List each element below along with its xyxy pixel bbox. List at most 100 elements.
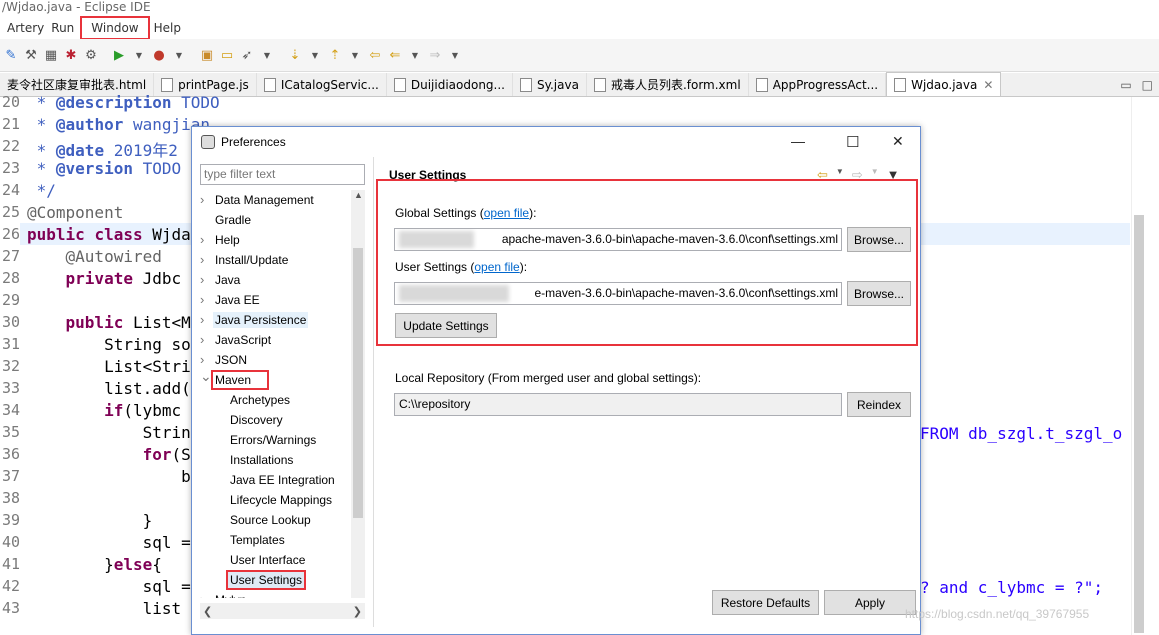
local-repository-field[interactable]: C:\\repository [394, 393, 842, 416]
user-settings-field[interactable]: e-maven-3.6.0-bin\apache-maven-3.6.0\con… [394, 282, 842, 305]
tree-item-maven[interactable]: ⌄ Maven [200, 368, 270, 390]
maximize-icon[interactable]: ☐ [846, 133, 859, 151]
tab-label: ICatalogServic... [280, 77, 379, 92]
tree-item-source-lookup[interactable]: Source Lookup [228, 510, 313, 530]
tab-wjdao[interactable]: Wjdao.java ✕ [886, 72, 1002, 96]
maximize-icon[interactable]: □ [1142, 78, 1153, 92]
apply-button[interactable]: Apply [824, 590, 916, 615]
update-settings-button[interactable]: Update Settings [395, 313, 497, 338]
dropdown-icon[interactable]: ▼ [170, 46, 188, 64]
code-line: list.add( [27, 379, 191, 398]
folder-icon[interactable]: ▭ [218, 46, 236, 64]
chevron-right-icon[interactable]: › [200, 250, 210, 270]
rocket-icon[interactable]: ➶ [238, 46, 256, 64]
chevron-right-icon[interactable]: › [200, 230, 210, 250]
tab-form-xml[interactable]: 戒毒人员列表.form.xml [587, 73, 749, 96]
java-file-icon [263, 77, 276, 92]
next-annotation-icon[interactable]: ⇣ [286, 46, 304, 64]
chevron-right-icon[interactable]: › [200, 270, 210, 290]
scroll-up-icon[interactable]: ▲ [354, 190, 363, 200]
chevron-down-icon[interactable]: ⌄ [200, 366, 212, 386]
chevron-right-icon[interactable]: › [200, 590, 210, 598]
run-icon[interactable]: ▶ [110, 46, 128, 64]
tree-item-install-update[interactable]: › Install/Update [200, 250, 290, 270]
close-icon[interactable]: ✕ [983, 78, 993, 92]
tree-hscrollbar[interactable]: ❮ ❯ [200, 603, 365, 619]
menu-run[interactable]: Run [50, 18, 80, 38]
restore-defaults-button[interactable]: Restore Defaults [712, 590, 819, 615]
line-number: 35 [1, 423, 20, 441]
user-open-file-link[interactable]: open file [474, 260, 519, 274]
prev-annotation-icon[interactable]: ⇡ [326, 46, 344, 64]
chart-icon[interactable]: ▦ [42, 46, 60, 64]
tree-item-java[interactable]: › Java [200, 270, 242, 290]
chevron-right-icon[interactable]: › [200, 290, 210, 310]
tree-item-user-settings[interactable]: User Settings [225, 570, 307, 590]
dropdown-icon[interactable]: ▼ [446, 46, 464, 64]
tree-scrollbar[interactable]: ▲ [351, 190, 365, 598]
menu-artery[interactable]: Artery [0, 18, 50, 38]
tree-item-data-management[interactable]: › Data Management [200, 190, 316, 210]
last-edit-icon[interactable]: ⇦ [366, 46, 384, 64]
tab-icatalog[interactable]: ICatalogServic... [257, 73, 387, 96]
forward-icon[interactable]: ⇒ [426, 46, 444, 64]
chevron-right-icon[interactable]: › [200, 310, 210, 330]
tree-item-java-ee[interactable]: › Java EE [200, 290, 262, 310]
tree-item-java-ee-integration[interactable]: Java EE Integration [228, 470, 337, 490]
tab-appprogress[interactable]: AppProgressAct... [749, 73, 887, 96]
menu-help[interactable]: Help [148, 18, 187, 38]
scroll-left-icon[interactable]: ❮ [203, 605, 212, 618]
menu-window[interactable]: Window [80, 16, 150, 40]
tree-item-label: Discovery [230, 413, 283, 427]
chevron-right-icon[interactable]: › [200, 330, 210, 350]
dropdown-icon[interactable]: ▼ [406, 46, 424, 64]
tree-item-javascript[interactable]: › JavaScript [200, 330, 273, 350]
window-title: /Wjdao.java - Eclipse IDE [0, 0, 1159, 17]
tab-label: printPage.js [178, 77, 249, 92]
tree-item-discovery[interactable]: Discovery [228, 410, 285, 430]
tool-icon[interactable]: ⚙ [82, 46, 100, 64]
tree-item-errors-warnings[interactable]: Errors/Warnings [228, 430, 318, 450]
redacted-path [399, 285, 509, 302]
user-browse-button[interactable]: Browse... [847, 281, 911, 306]
tree-item-archetypes[interactable]: Archetypes [228, 390, 292, 410]
tree-item-java-persistence[interactable]: › Java Persistence [200, 310, 309, 330]
tab-duijidiaodong[interactable]: Duijidiaodong... [387, 73, 513, 96]
dropdown-icon[interactable]: ▼ [130, 46, 148, 64]
close-icon[interactable]: ✕ [892, 133, 904, 150]
minimize-icon[interactable]: — [791, 133, 805, 149]
debug-icon[interactable]: ✱ [62, 46, 80, 64]
editor-scrollbar[interactable] [1131, 97, 1145, 635]
pen-icon[interactable]: ✎ [2, 46, 20, 64]
back-icon[interactable]: ⇐ [386, 46, 404, 64]
line-number: 24 [1, 181, 20, 199]
tree-item-help[interactable]: › Help [200, 230, 242, 250]
package-icon[interactable]: ▣ [198, 46, 216, 64]
menu-bar: Artery Run Window Help [0, 16, 1159, 40]
scrollbar-thumb[interactable] [353, 248, 363, 518]
tree-item-gradle[interactable]: Gradle [200, 210, 253, 230]
tree-item-mylyn[interactable]: ›Mylyn [200, 590, 248, 598]
global-browse-button[interactable]: Browse... [847, 227, 911, 252]
scroll-right-icon[interactable]: ❯ [353, 605, 362, 618]
dropdown-icon[interactable]: ▼ [306, 46, 324, 64]
global-settings-field[interactable]: apache-maven-3.6.0-bin\apache-maven-3.6.… [394, 228, 842, 251]
scrollbar-thumb[interactable] [1134, 215, 1144, 633]
filter-input[interactable]: type filter text [200, 164, 365, 185]
chevron-right-icon[interactable]: › [200, 190, 210, 210]
tree-item-lifecycle-mappings[interactable]: Lifecycle Mappings [228, 490, 334, 510]
tree-item-installations[interactable]: Installations [228, 450, 295, 470]
global-open-file-link[interactable]: open file [484, 206, 529, 220]
dialog-title: Preferences [221, 135, 286, 149]
dropdown-icon[interactable]: ▼ [258, 46, 276, 64]
stop-icon[interactable]: ● [150, 46, 168, 64]
line-number: 40 [1, 533, 20, 551]
tree-item-user-interface[interactable]: User Interface [228, 550, 307, 570]
dropdown-icon[interactable]: ▼ [346, 46, 364, 64]
tab-sy[interactable]: Sy.java [513, 73, 587, 96]
tree-item-templates[interactable]: Templates [228, 530, 287, 550]
wand-icon[interactable]: ⚒ [22, 46, 40, 64]
sash[interactable] [373, 157, 374, 627]
minimize-icon[interactable]: ▭ [1120, 78, 1131, 92]
reindex-button[interactable]: Reindex [847, 392, 911, 417]
